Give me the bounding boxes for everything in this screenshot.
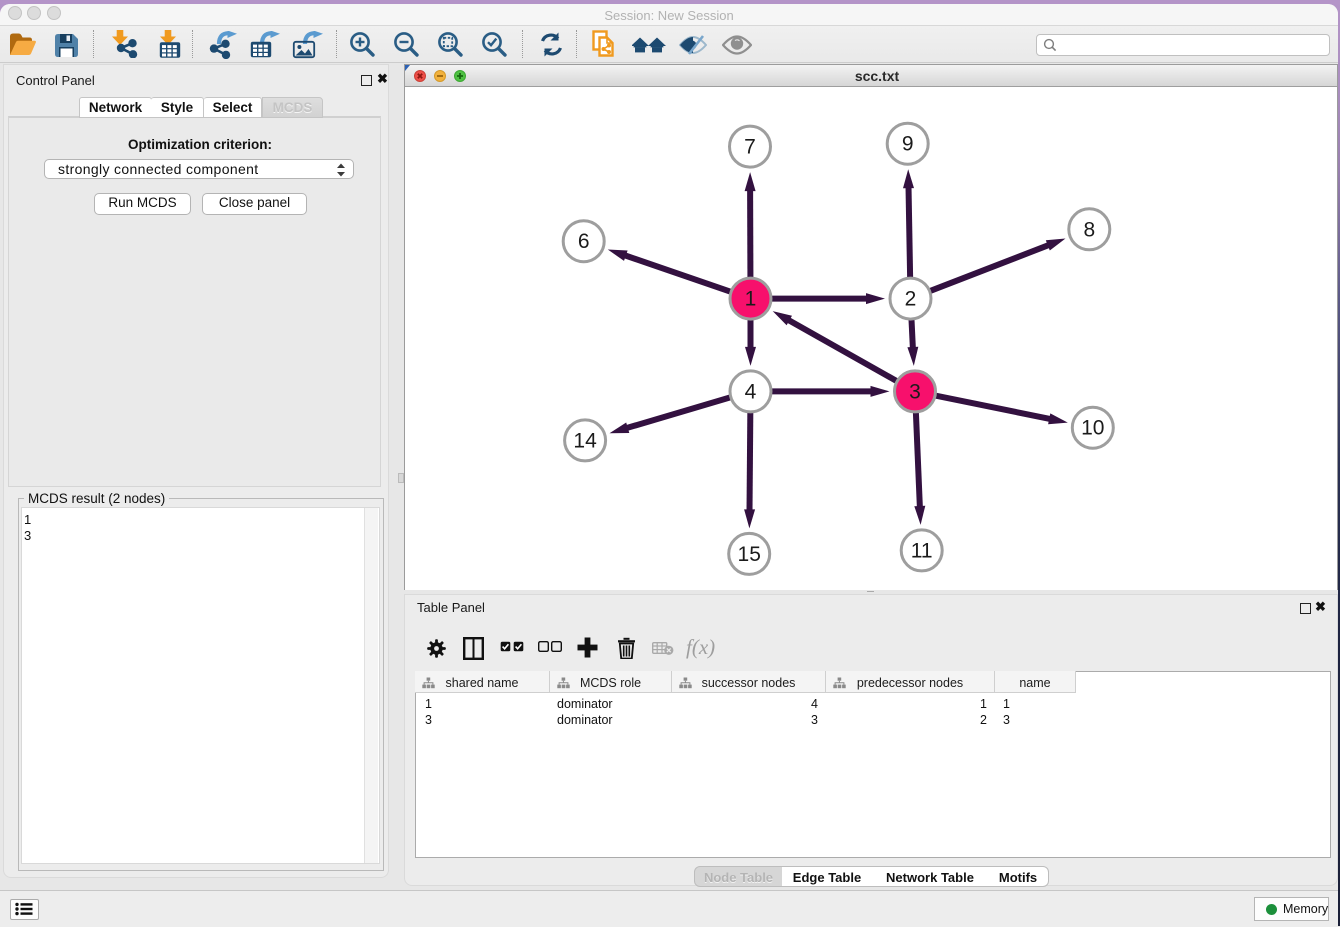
- svg-text:2: 2: [905, 288, 917, 311]
- svg-text:10: 10: [1081, 417, 1104, 440]
- svg-text:9: 9: [902, 133, 914, 156]
- svg-text:1: 1: [745, 288, 757, 311]
- svg-text:7: 7: [744, 136, 756, 159]
- svg-text:14: 14: [573, 429, 597, 452]
- svg-text:8: 8: [1083, 218, 1095, 241]
- svg-text:3: 3: [909, 380, 921, 403]
- svg-text:15: 15: [738, 543, 761, 566]
- svg-text:6: 6: [578, 230, 590, 253]
- svg-text:4: 4: [745, 380, 757, 403]
- svg-text:11: 11: [911, 539, 933, 562]
